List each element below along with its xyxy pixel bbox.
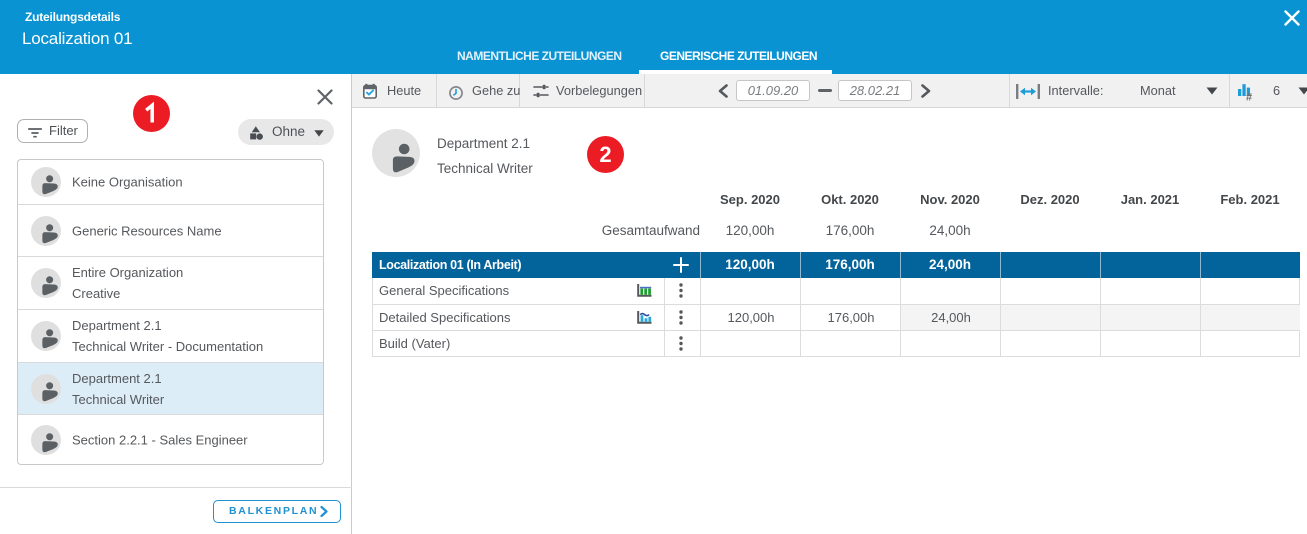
svg-text:#: # xyxy=(1246,92,1252,101)
